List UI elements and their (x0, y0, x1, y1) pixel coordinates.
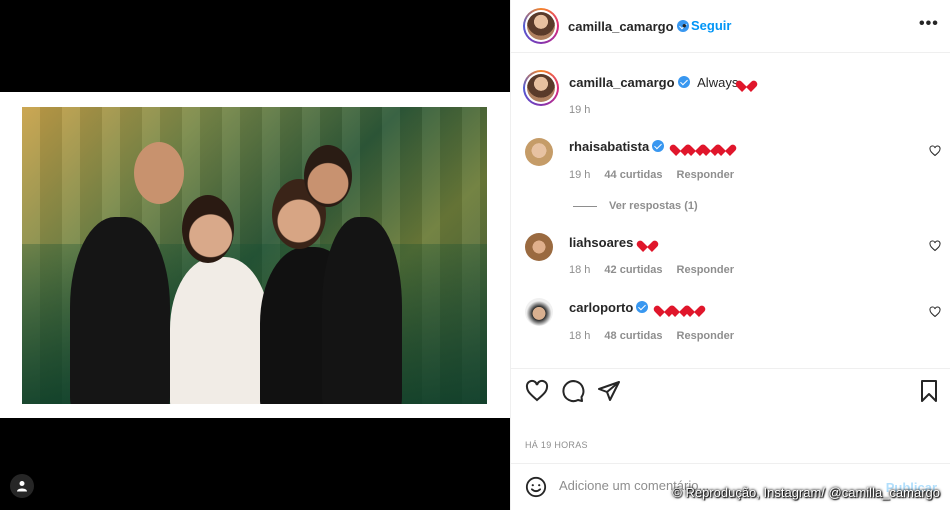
person-2-head (182, 195, 234, 263)
comment-2-meta: 18 h 42 curtidas Responder (569, 264, 748, 276)
comment-3-meta: 18 h 48 curtidas Responder (569, 330, 748, 342)
verified-badge-icon (677, 76, 690, 88)
share-icon[interactable] (597, 379, 621, 403)
red-heart-emoji (641, 236, 654, 248)
person-1 (70, 217, 170, 404)
comment-2: liahsoares (569, 235, 654, 250)
comment-avatar-rhaisabatista[interactable] (525, 138, 553, 166)
comment-3: carloporto (569, 300, 701, 315)
follow-button[interactable]: Seguir (691, 18, 731, 33)
author-username[interactable]: camilla_camargo (568, 19, 689, 34)
caption: camilla_camargo Always (569, 75, 753, 90)
post-header: camilla_camargo • Seguir ••• (511, 0, 950, 53)
comment-3-time: 18 h (569, 330, 591, 342)
bookmark-icon[interactable] (917, 379, 941, 403)
person-2 (170, 257, 270, 404)
instagram-post-view: camilla_camargo • Seguir ••• camilla_cam… (0, 0, 950, 510)
comment-like-heart-icon[interactable] (929, 240, 941, 252)
comment-like-heart-icon[interactable] (929, 145, 941, 157)
heart-icon[interactable] (525, 379, 549, 403)
caption-time: 19 h (569, 104, 591, 116)
caption-text: Always (697, 75, 739, 90)
comment-1: rhaisabatista (569, 139, 732, 154)
comment-1-user[interactable]: rhaisabatista (569, 139, 649, 154)
red-heart-emoji (688, 301, 701, 313)
caption-author-avatar[interactable] (523, 70, 559, 106)
comment-icon[interactable] (561, 379, 585, 403)
comment-1-time: 19 h (569, 169, 591, 181)
post-photo[interactable] (22, 107, 487, 404)
more-options-button[interactable]: ••• (919, 15, 939, 33)
image-credit: © Reprodução, Instagram/ @camilla_camarg… (672, 485, 940, 500)
tag-user-icon (17, 481, 27, 492)
comment-2-reply[interactable]: Responder (677, 264, 734, 276)
comment-1-likes[interactable]: 44 curtidas (604, 169, 662, 181)
red-heart-emoji (740, 76, 753, 88)
person-4-head (304, 145, 352, 207)
author-avatar[interactable] (523, 8, 559, 44)
post-media (0, 0, 510, 510)
comment-2-user[interactable]: liahsoares (569, 235, 633, 250)
comment-avatar-liahsoares[interactable] (525, 233, 553, 261)
comment-2-likes[interactable]: 42 curtidas (604, 264, 662, 276)
comment-like-heart-icon[interactable] (929, 306, 941, 318)
verified-badge-icon (636, 301, 649, 313)
comment-2-time: 18 h (569, 264, 591, 276)
separator-dot: • (682, 18, 687, 33)
comment-1-meta: 19 h 44 curtidas Responder (569, 169, 748, 181)
post-side-panel: camilla_camargo • Seguir ••• camilla_cam… (510, 0, 950, 510)
comment-3-user[interactable]: carloporto (569, 300, 633, 315)
comment-3-likes[interactable]: 48 curtidas (604, 330, 662, 342)
comment-1-reply[interactable]: Responder (677, 169, 734, 181)
comment-avatar-carloporto[interactable] (525, 298, 553, 326)
person-1-head (134, 142, 184, 204)
comment-3-reply[interactable]: Responder (677, 330, 734, 342)
verified-badge-icon (652, 140, 665, 152)
person-4 (322, 217, 402, 404)
emoji-icon[interactable] (525, 476, 547, 498)
post-timestamp: HÁ 19 HORAS (525, 440, 588, 450)
caption-author[interactable]: camilla_camargo (569, 75, 675, 90)
red-heart-emoji (719, 140, 732, 152)
tag-user-button[interactable] (10, 474, 34, 498)
photo-frame (0, 92, 510, 498)
view-replies-link[interactable]: Ver respostas (1) (573, 200, 698, 212)
